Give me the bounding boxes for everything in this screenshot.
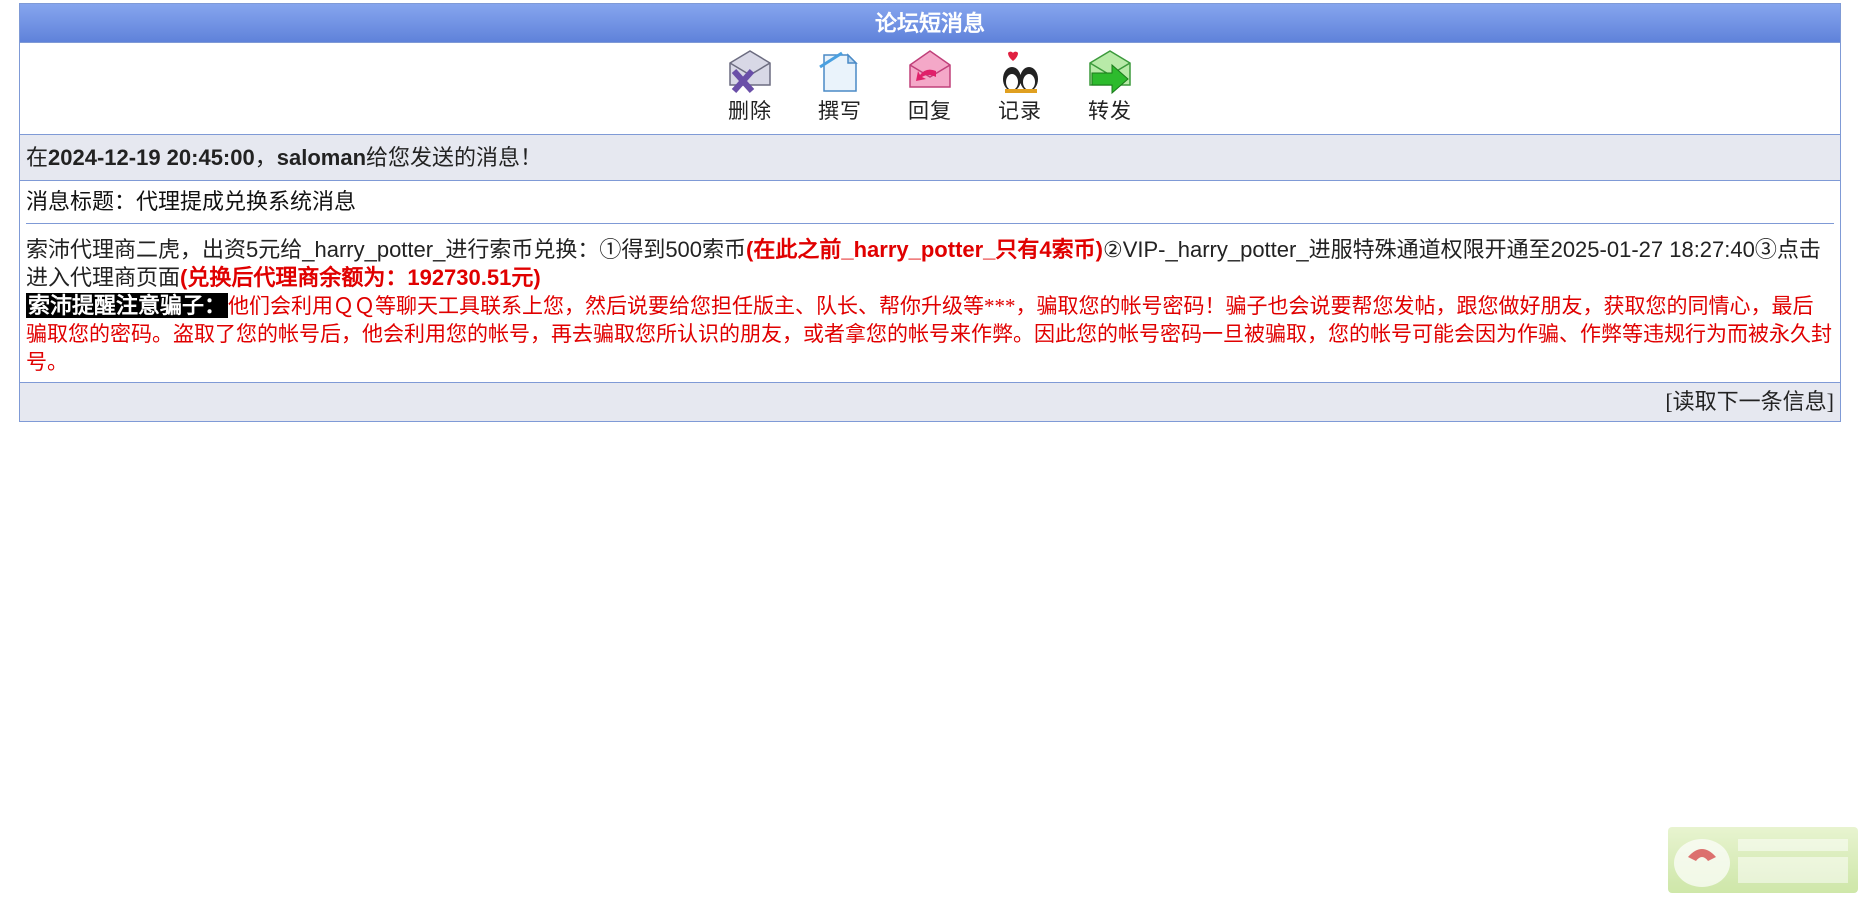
forward-label: 转发 [1088, 99, 1132, 123]
page-title: 论坛短消息 [20, 4, 1840, 42]
delete-icon [729, 50, 771, 94]
body-text-1: 索沛代理商二虎，出资5元给_harry_potter_进行索币兑换：①得到500… [26, 237, 747, 262]
logo-icon [1674, 839, 1848, 887]
delete-button[interactable]: 删除 [705, 49, 795, 125]
meta-suffix: 给您发送的消息！ [366, 145, 543, 170]
warning-text: 他们会利用ＱＱ等聊天工具联系上您，然后说要给您担任版主、队长、帮你升级等***，… [26, 294, 1832, 374]
reply-label: 回复 [908, 99, 952, 123]
meta-separator: ， [254, 145, 277, 170]
message-meta: 在2024-12-19 20:45:00，saloman给您发送的消息！ [20, 135, 1840, 181]
bracket-open: [ [1665, 389, 1673, 414]
forward-icon [1089, 50, 1131, 95]
compose-icon [819, 51, 858, 92]
body-highlight-1: (在此之前_harry_potter_只有4索币) [746, 237, 1103, 262]
delete-label: 删除 [728, 99, 772, 123]
message-body: 索沛代理商二虎，出资5元给_harry_potter_进行索币兑换：①得到500… [20, 224, 1840, 382]
records-icon [1003, 51, 1038, 93]
meta-prefix: 在 [26, 145, 49, 170]
forward-button[interactable]: 转发 [1065, 49, 1155, 125]
compose-label: 撰写 [818, 99, 862, 123]
message-datetime: 2024-12-19 20:45:00 [48, 145, 255, 170]
records-button[interactable]: 记录 [975, 49, 1065, 125]
warning-label: 索沛提醒注意骗子： [26, 293, 229, 318]
message-subject: 消息标题：代理提成兑换系统消息 [26, 189, 357, 214]
site-logo-watermark [1668, 827, 1858, 893]
reply-icon [909, 50, 951, 88]
message-footer: [读取下一条信息] [20, 382, 1840, 421]
next-message-link[interactable]: 读取下一条信息 [1673, 389, 1827, 414]
records-label: 记录 [998, 99, 1042, 123]
message-panel: 论坛短消息 删除 撰写 回复 记录 转发 在2024-12-19 20:45:0… [19, 3, 1841, 422]
message-toolbar: 删除 撰写 回复 记录 转发 [20, 42, 1840, 135]
sender-name: saloman [276, 145, 367, 170]
compose-button[interactable]: 撰写 [795, 49, 885, 125]
reply-button[interactable]: 回复 [885, 49, 975, 125]
bracket-close: ] [1826, 389, 1834, 414]
body-highlight-2: (兑换后代理商余额为：192730.51元) [180, 265, 541, 290]
